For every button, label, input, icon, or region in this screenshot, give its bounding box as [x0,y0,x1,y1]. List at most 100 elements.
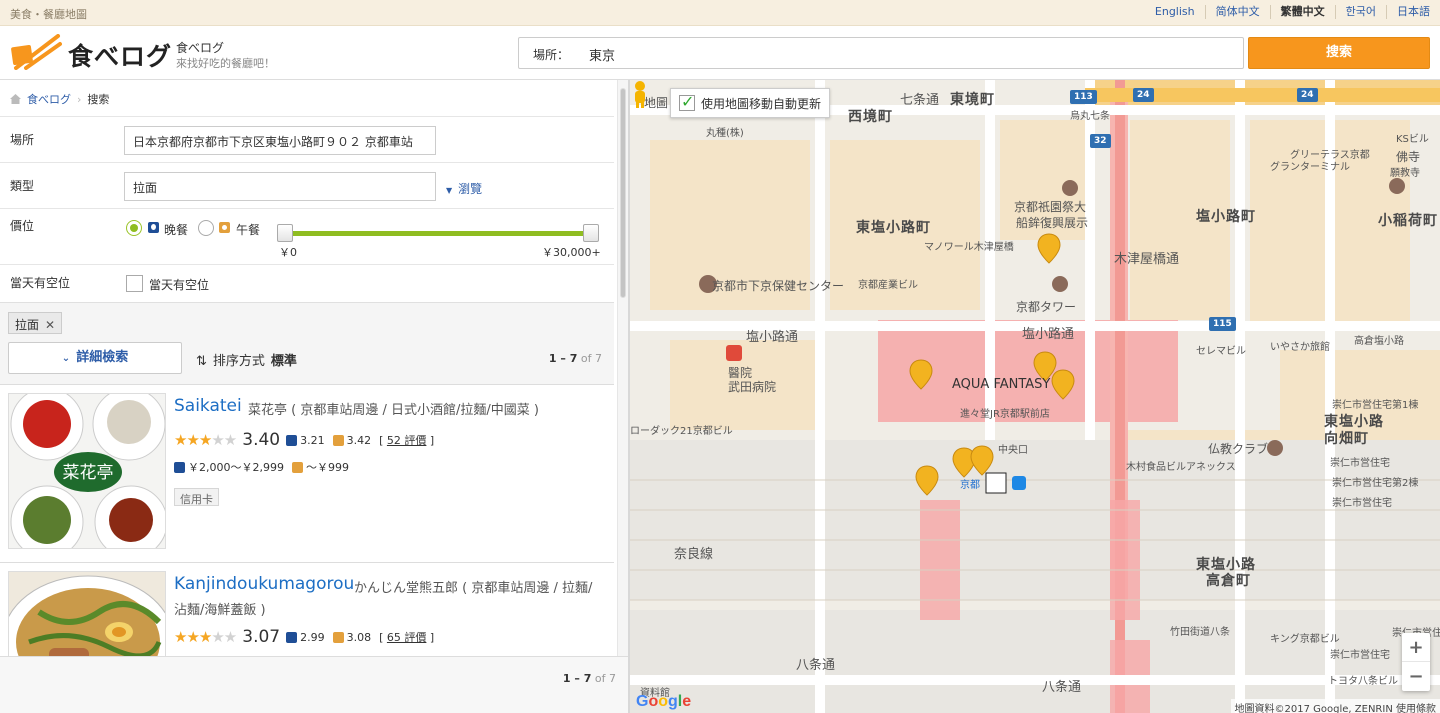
filter-row-genre: 類型 拉面 ▼ 瀏覽 [0,162,614,208]
vacancy-checkbox[interactable] [126,275,143,292]
restaurant-name[interactable]: Saikatei [174,396,242,416]
header: 食べログ 食べログ 來找好吃的餐廳吧！ 場所： 搜索 [0,26,1440,80]
results-panel: 食べログ › 搜索 場所 日本京都府京都市下京区東塩小路町９０２ 京都車站 類型… [0,80,628,713]
lang-korean[interactable]: 한국어 [1334,5,1386,19]
map-label: 東境町 [950,92,995,108]
sun-icon [332,434,344,446]
advanced-search-label: 詳細檢索 [76,350,129,365]
sun-icon [219,222,230,233]
street-view-pegman-icon[interactable] [630,80,650,108]
map-label: 竹田街道八条 [1170,627,1230,638]
sun-icon [291,461,303,473]
lunch-price: ～￥999 [305,461,349,474]
breadcrumb-home-link[interactable]: 食べログ [27,91,71,107]
map-label: セレマビル [1196,346,1246,357]
tagline-title: 食べログ [176,41,225,55]
map-label: 京都タワー [1016,300,1077,314]
filter-chip[interactable]: 拉面 ✕ [8,312,63,334]
advanced-search-button[interactable]: ⌄ 詳細檢索 [8,342,182,374]
search-button[interactable]: 搜索 [1248,37,1430,69]
price-slider-min-handle[interactable] [277,224,293,242]
scrollbar-thumb[interactable] [620,88,626,298]
zoom-out-button[interactable]: − [1402,662,1430,691]
auto-update-toggle[interactable]: 使用地圖移動自動更新 [670,88,831,118]
map[interactable]: 113 24 24 32 115 七条通 東境町 西境町 烏丸七条 丸種(株) … [630,80,1440,713]
price-slider-max-handle[interactable] [583,224,599,242]
map-label: 京都産業ビル [858,280,918,291]
map-label: 高倉塩小路 [1354,336,1404,347]
result-range: 1 – 7 [548,352,578,365]
map-label: KSビル [1396,134,1429,145]
lang-japanese[interactable]: 日本語 [1386,5,1440,19]
result-item[interactable]: Kanjindoukumagorou かんじん堂熊五郎 ( 京都車站周邊 / 拉… [0,562,614,691]
map-label: 崇仁市営住宅 [1330,458,1390,469]
restaurant-photo[interactable]: 菜花亭 [8,393,166,549]
lang-english[interactable]: English [1145,5,1205,19]
map-label: AQUA FANTASY [952,377,1051,392]
credit-card-badge: 信用卡 [174,488,219,506]
location-label: 場所 [10,133,35,147]
restaurant-name[interactable]: Kanjindoukumagorou [174,574,354,594]
map-label: 向畑町 [1324,431,1369,447]
dinner-radio[interactable] [126,220,142,236]
breadcrumb-separator: › [77,92,82,106]
price-slider-track[interactable] [286,231,592,236]
sun-icon [332,631,344,643]
footer-range: 1 – 7 [562,672,592,685]
map-label: 願教寺 [1390,168,1420,179]
location-input[interactable]: 日本京都府京都市下京区東塩小路町９０２ 京都車站 [124,126,436,155]
dish-photo-icon: 菜花亭 [9,394,165,548]
map-attribution[interactable]: 地圖資料©2017 Google, ZENRIN 使用條款 [1230,699,1440,713]
dinner-rating: 3.21 [300,433,325,447]
logo-chopsticks-icon[interactable] [10,34,62,70]
lang-traditional-chinese[interactable]: 繁體中文 [1269,5,1335,19]
browse-label: 瀏覽 [458,182,483,196]
pagination-bar: 1 – 7 of 7 [0,656,628,713]
results-scrollbar[interactable] [617,80,628,660]
reviews-link[interactable]: [ 52 評價 ] [379,432,434,448]
sort-control[interactable]: ⇅ 排序方式 標準 [196,350,297,369]
map-label: 七条通 [900,93,940,108]
map-label: 京都 [960,480,980,491]
map-label: 木津屋橋通 [1114,252,1180,267]
search-input[interactable] [589,43,1229,65]
map-label: 中央口 [998,445,1028,456]
close-icon[interactable]: ✕ [45,318,55,332]
moon-icon [286,434,298,446]
reviews-count[interactable]: 65 評價 [387,631,427,644]
filter-row-vacancy: 當天有空位 當天有空位 [0,264,614,302]
vacancy-checkbox-label[interactable]: 當天有空位 [149,276,209,293]
browse-genre-link[interactable]: ▼ 瀏覽 [446,180,482,197]
lang-simplified-chinese[interactable]: 简体中文 [1204,5,1270,19]
result-item[interactable]: 菜花亭 Saikatei 菜花亭 ( 京都車站周邊 / 日式小酒館/拉麵/中國菜… [0,384,614,562]
filter-row-location: 場所 日本京都府京都市下京区東塩小路町９０２ 京都車站 [0,116,614,162]
map-label: 武田病院 [728,380,777,394]
search-location-label: 場所： [533,48,570,62]
map-label: 小稲荷町 [1378,213,1438,229]
map-label: 船鉾復興展示 [1016,216,1089,230]
vacancy-label: 當天有空位 [10,276,71,290]
moon-icon [174,461,185,473]
site-category: 美食・餐廳地圖 [10,8,87,21]
map-label: 奈良線 [674,547,714,562]
map-label: 塩小路通 [1022,327,1075,342]
rating-row: ★★★★★ 3.40 3.21 3.42 [ 52 評價 ] [174,430,442,450]
filter-row-price: 價位 晚餐 午餐 ￥0 ￥30,000+ [0,208,614,264]
reviews-link[interactable]: [ 65 評價 ] [379,629,434,645]
map-label: 丸種(株) [706,128,744,139]
lunch-radio[interactable] [198,220,214,236]
reviews-count[interactable]: 52 評價 [387,434,427,447]
route-shield: 24 [1133,88,1154,102]
dinner-price: ￥2,000～￥2,999 [188,461,284,474]
route-shield: 113 [1070,90,1097,104]
genre-input[interactable]: 拉面 [124,172,436,201]
star-rating-icon: ★★★★★ [174,431,237,449]
map-label: 木村食品ビルアネックス [1126,462,1236,473]
zoom-in-button[interactable]: + [1402,633,1430,662]
map-label: 京都祇園祭大 [1014,200,1087,214]
rating-row: ★★★★★ 3.07 2.99 3.08 [ 65 評價 ] [174,627,442,647]
google-logo[interactable]: Google [636,693,691,711]
map-label: マノワール木津屋橋 [924,242,1014,253]
logo-text[interactable]: 食べログ [68,37,172,73]
checkbox-checked-icon[interactable] [679,92,695,111]
